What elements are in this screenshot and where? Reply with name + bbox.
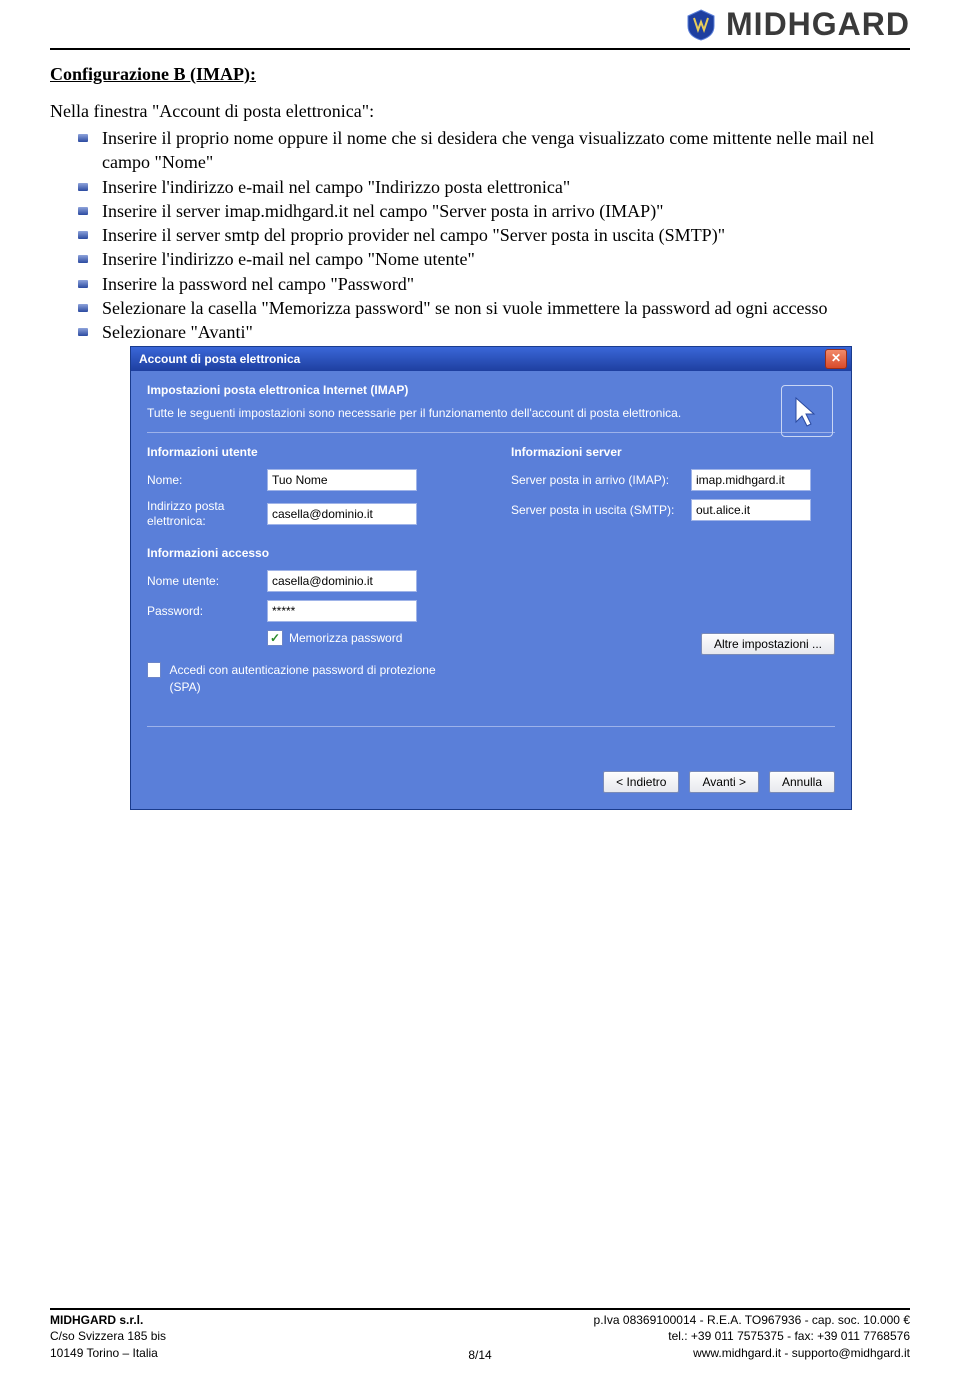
- username-label: Nome utente:: [147, 574, 267, 588]
- page-footer: MIDHGARD s.r.l. C/so Svizzera 185 bis 10…: [50, 1312, 910, 1362]
- instruction-list: Inserire il proprio nome oppure il nome …: [78, 126, 910, 345]
- remember-label: Memorizza password: [289, 631, 402, 645]
- email-field[interactable]: [267, 503, 417, 525]
- email-label: Indirizzo posta elettronica:: [147, 499, 267, 530]
- footer-piva: p.Iva 08369100014 - R.E.A. TO967936 - ca…: [594, 1312, 910, 1329]
- email-dialog: Account di posta elettronica ✕ Impostazi…: [130, 346, 852, 810]
- next-button[interactable]: Avanti >: [689, 771, 758, 793]
- spa-checkbox[interactable]: [147, 662, 161, 678]
- list-item: Inserire il server imap.midhgard.it nel …: [78, 199, 910, 223]
- section-title: Configurazione B (IMAP):: [50, 64, 910, 85]
- name-label: Nome:: [147, 473, 267, 487]
- incoming-label: Server posta in arrivo (IMAP):: [511, 473, 691, 487]
- outgoing-server-field[interactable]: [691, 499, 811, 521]
- list-item: Selezionare "Avanti": [78, 320, 910, 344]
- username-field[interactable]: [267, 570, 417, 592]
- brand-text: MIDHGARD: [726, 6, 910, 43]
- footer-rule: [50, 1308, 910, 1310]
- spa-label: Accedi con autenticazione password di pr…: [169, 662, 437, 696]
- outgoing-label: Server posta in uscita (SMTP):: [511, 503, 691, 517]
- password-label: Password:: [147, 604, 267, 618]
- dialog-title: Account di posta elettronica: [139, 352, 300, 366]
- header-rule: [50, 48, 910, 50]
- name-field[interactable]: [267, 469, 417, 491]
- cancel-button[interactable]: Annulla: [769, 771, 835, 793]
- remember-checkbox[interactable]: ✓: [267, 630, 283, 646]
- password-field[interactable]: [267, 600, 417, 622]
- dialog-heading: Impostazioni posta elettronica Internet …: [147, 383, 835, 397]
- footer-addr1: C/so Svizzera 185 bis: [50, 1328, 166, 1345]
- intro-text: Nella finestra "Account di posta elettro…: [50, 101, 910, 122]
- dialog-titlebar: Account di posta elettronica ✕: [131, 347, 851, 371]
- list-item: Inserire l'indirizzo e-mail nel campo "N…: [78, 247, 910, 271]
- list-item: Inserire la password nel campo "Password…: [78, 272, 910, 296]
- cursor-decoration: [781, 385, 833, 437]
- shield-icon: [684, 8, 718, 42]
- footer-company: MIDHGARD s.r.l.: [50, 1313, 143, 1327]
- list-item: Inserire il proprio nome oppure il nome …: [78, 126, 910, 175]
- footer-tel: tel.: +39 011 7575375 - fax: +39 011 776…: [594, 1328, 910, 1345]
- server-section-title: Informazioni server: [511, 445, 835, 459]
- list-item: Inserire il server smtp del proprio prov…: [78, 223, 910, 247]
- dialog-description: Tutte le seguenti impostazioni sono nece…: [147, 405, 727, 422]
- access-section-title: Informazioni accesso: [147, 546, 471, 560]
- list-item: Selezionare la casella "Memorizza passwo…: [78, 296, 910, 320]
- brand-logo: MIDHGARD: [684, 6, 910, 43]
- document-body: Configurazione B (IMAP): Nella finestra …: [50, 60, 910, 359]
- user-section-title: Informazioni utente: [147, 445, 471, 459]
- page-number: 8/14: [50, 1348, 910, 1362]
- more-settings-button[interactable]: Altre impostazioni ...: [701, 633, 835, 655]
- list-item: Inserire l'indirizzo e-mail nel campo "I…: [78, 175, 910, 199]
- incoming-server-field[interactable]: [691, 469, 811, 491]
- back-button[interactable]: < Indietro: [603, 771, 679, 793]
- close-button[interactable]: ✕: [825, 349, 847, 369]
